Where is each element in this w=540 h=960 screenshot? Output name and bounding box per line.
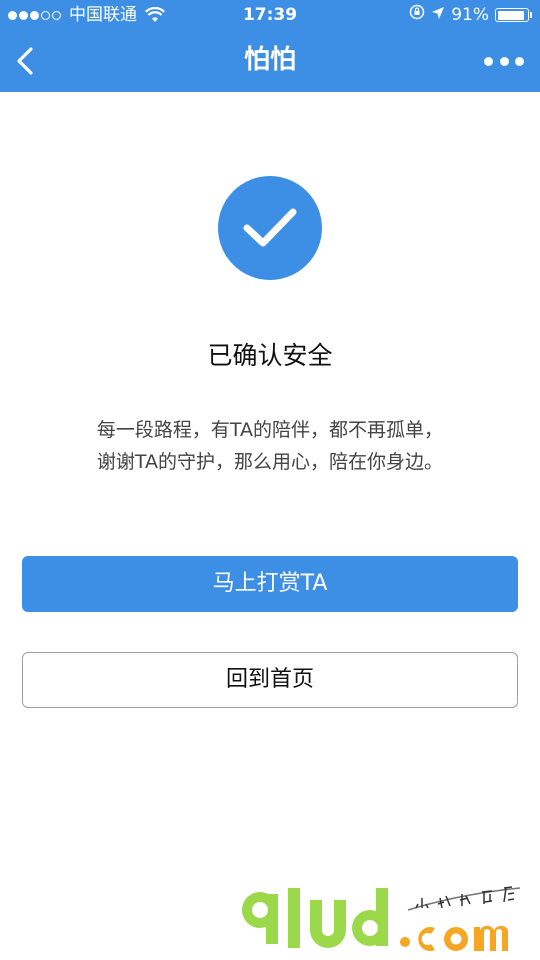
page-title: 怕怕 <box>243 45 296 75</box>
rotation-lock-icon <box>409 0 425 30</box>
result-description: 每一段路程，有TA的陪伴，都不再孤单， 谢谢TA的守护，那么用心，陪在你身边。 <box>0 414 540 478</box>
battery-percent: 91% <box>451 5 489 25</box>
description-line-1: 每一段路程，有TA的陪伴，都不再孤单， <box>96 419 444 441</box>
reward-button[interactable]: 马上打赏TA <box>22 556 518 612</box>
status-right: 91% <box>403 0 532 30</box>
back-home-button[interactable]: 回到首页 <box>22 652 518 708</box>
screen: 中国联通 17:39 91% 怕怕 已确认安全 每一段路程，有TA的陪伴，都不再… <box>0 0 540 960</box>
status-bar: 中国联通 17:39 91% <box>0 0 540 30</box>
result-title: 已确认安全 <box>207 341 333 370</box>
battery-icon <box>495 8 532 22</box>
watermark-logo <box>240 880 540 960</box>
more-dots-icon[interactable] <box>484 50 524 72</box>
check-circle-icon <box>218 176 322 280</box>
description-line-2: 谢谢TA的守护，那么用心，陪在你身边。 <box>96 451 444 473</box>
nav-bar: 怕怕 <box>0 30 540 92</box>
top-bar: 中国联通 17:39 91% 怕怕 <box>0 0 540 92</box>
location-arrow-icon <box>431 0 445 30</box>
